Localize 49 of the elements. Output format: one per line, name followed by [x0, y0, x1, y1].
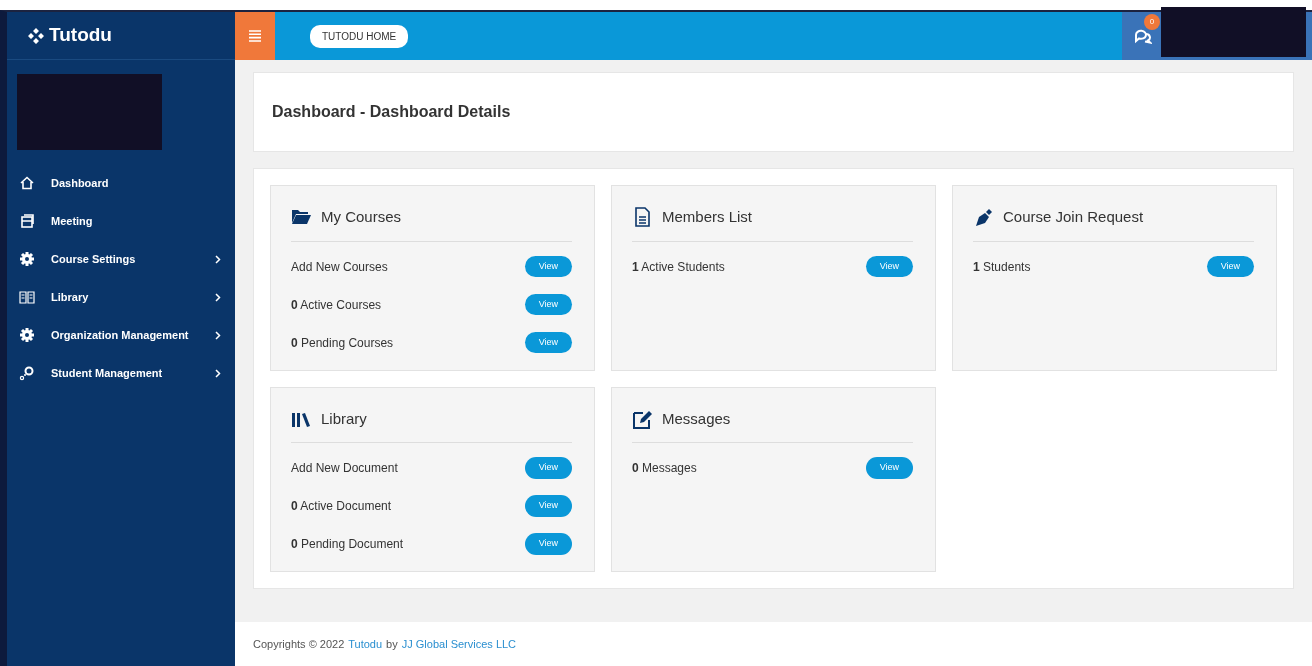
view-button[interactable]: View [524, 495, 572, 517]
card-row-text: Add New Courses [291, 258, 388, 276]
gear-icon [19, 251, 35, 267]
menu-icon [248, 30, 262, 42]
card-row-text: 0 Pending Document [291, 536, 404, 553]
card-row-text: 0 Messages [632, 460, 697, 477]
sidebar-item[interactable]: Library [7, 278, 235, 316]
page-title: Dashboard - Dashboard Details [272, 102, 511, 122]
sidebar-item[interactable]: Course Settings [7, 240, 235, 278]
card-row-text: 1 Active Students [632, 258, 725, 276]
view-button[interactable]: View [1206, 255, 1254, 278]
card-row-text: 0 Pending Courses [291, 334, 394, 352]
edit-icon [632, 408, 652, 429]
sidebar-item[interactable]: Dashboard [7, 164, 235, 202]
card-row-text: 0 Active Document [291, 498, 392, 515]
card-title: My Courses [321, 207, 402, 227]
view-button[interactable]: View [865, 255, 913, 278]
view-button[interactable]: View [865, 457, 913, 479]
company-link[interactable]: JJ Global Services LLC [401, 635, 517, 653]
brand-name: Tutodu [49, 23, 112, 48]
sidebar-item[interactable]: Organization Management [7, 316, 235, 354]
card-row-text: Add New Document [291, 460, 398, 477]
brand-link[interactable]: Tutodu [348, 635, 383, 653]
card-title: Course Join Request [1003, 207, 1144, 227]
card-title: Library [321, 408, 367, 429]
document-icon [632, 207, 652, 228]
copyright-text: Copyrights © 2022 [253, 636, 345, 652]
view-button[interactable]: View [524, 331, 572, 354]
book-icon [19, 289, 35, 305]
by-text: by [386, 636, 398, 652]
view-button[interactable]: View [524, 293, 572, 316]
logo-icon [27, 26, 45, 45]
key-icon [19, 365, 35, 381]
view-button[interactable]: View [524, 255, 572, 278]
window-stack-icon [19, 213, 35, 229]
card-row-text: 1 Students [973, 258, 1031, 276]
card-row-text: 0 Active Courses [291, 296, 382, 314]
gear-icon [19, 327, 35, 343]
chat-icon[interactable] [1134, 28, 1152, 44]
view-button[interactable]: View [524, 457, 572, 479]
sidebar-item[interactable]: Meeting [7, 202, 235, 240]
view-button[interactable]: View [524, 533, 572, 555]
pen-icon [973, 207, 993, 228]
home-button[interactable]: TUTODU HOME [310, 24, 409, 48]
sidebar-item[interactable]: Student Management [7, 354, 235, 392]
card-title: Members List [662, 207, 753, 227]
home-icon [19, 175, 35, 191]
notification-badge: 0 [1144, 14, 1160, 30]
card-title: Messages [662, 408, 731, 429]
